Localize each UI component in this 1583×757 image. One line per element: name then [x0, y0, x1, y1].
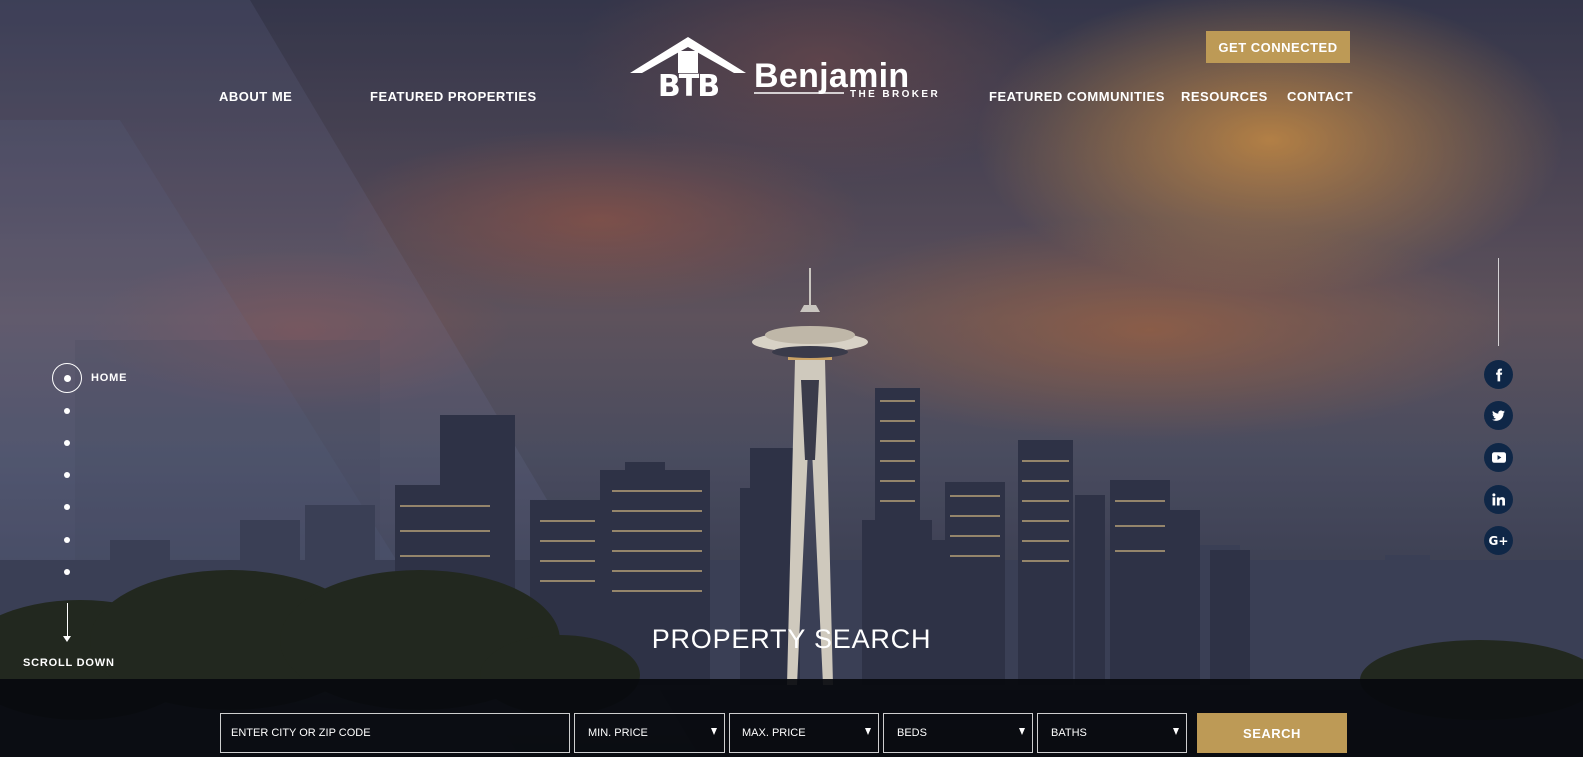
nav-contact[interactable]: CONTACT	[1287, 89, 1353, 104]
nav-featured-properties[interactable]: FEATURED PROPERTIES	[370, 89, 537, 104]
beds-value: BEDS	[897, 727, 927, 739]
google-plus-icon[interactable]: G+	[1484, 526, 1513, 555]
scroll-down-label[interactable]: SCROLL DOWN	[23, 657, 115, 669]
section-dot[interactable]	[64, 569, 70, 575]
location-input[interactable]	[231, 727, 569, 739]
baths-value: BATHS	[1051, 727, 1087, 739]
logo-monogram: BTB	[658, 69, 718, 104]
beds-select[interactable]: BEDS	[883, 713, 1033, 753]
min-price-value: MIN. PRICE	[588, 727, 648, 739]
min-price-select[interactable]: MIN. PRICE	[574, 713, 725, 753]
search-button[interactable]: SEARCH	[1197, 713, 1347, 753]
max-price-value: MAX. PRICE	[742, 727, 806, 739]
location-field[interactable]	[220, 713, 570, 753]
logo-mark-icon: BTB Benjamin THE BROKER	[630, 37, 940, 104]
get-connected-button[interactable]: GET CONNECTED	[1206, 31, 1350, 63]
section-dot[interactable]	[64, 537, 70, 543]
nav-resources[interactable]: RESOURCES	[1181, 89, 1268, 104]
property-search-title: PROPERTY SEARCH	[651, 624, 932, 654]
twitter-icon[interactable]	[1484, 401, 1513, 430]
baths-select[interactable]: BATHS	[1037, 713, 1187, 753]
section-label-home: HOME	[91, 372, 128, 384]
youtube-icon[interactable]	[1484, 443, 1513, 472]
max-price-select[interactable]: MAX. PRICE	[729, 713, 879, 753]
section-dot[interactable]	[64, 408, 70, 414]
chevron-down-icon	[1019, 728, 1025, 735]
nav-about-me[interactable]: ABOUT ME	[219, 89, 292, 104]
facebook-icon[interactable]	[1484, 360, 1513, 389]
brand-logo[interactable]: BTB Benjamin THE BROKER	[630, 35, 945, 105]
section-dot-home[interactable]	[52, 363, 82, 393]
social-divider	[1498, 258, 1499, 346]
chevron-down-icon	[865, 728, 871, 735]
section-dot[interactable]	[64, 504, 70, 510]
chevron-down-icon	[711, 728, 717, 735]
section-dot[interactable]	[64, 440, 70, 446]
logo-tagline: THE BROKER	[850, 89, 940, 100]
linkedin-icon[interactable]	[1484, 485, 1513, 514]
chevron-down-icon	[1173, 728, 1179, 735]
nav-featured-communities[interactable]: FEATURED COMMUNITIES	[989, 89, 1165, 104]
section-dot[interactable]	[64, 472, 70, 478]
